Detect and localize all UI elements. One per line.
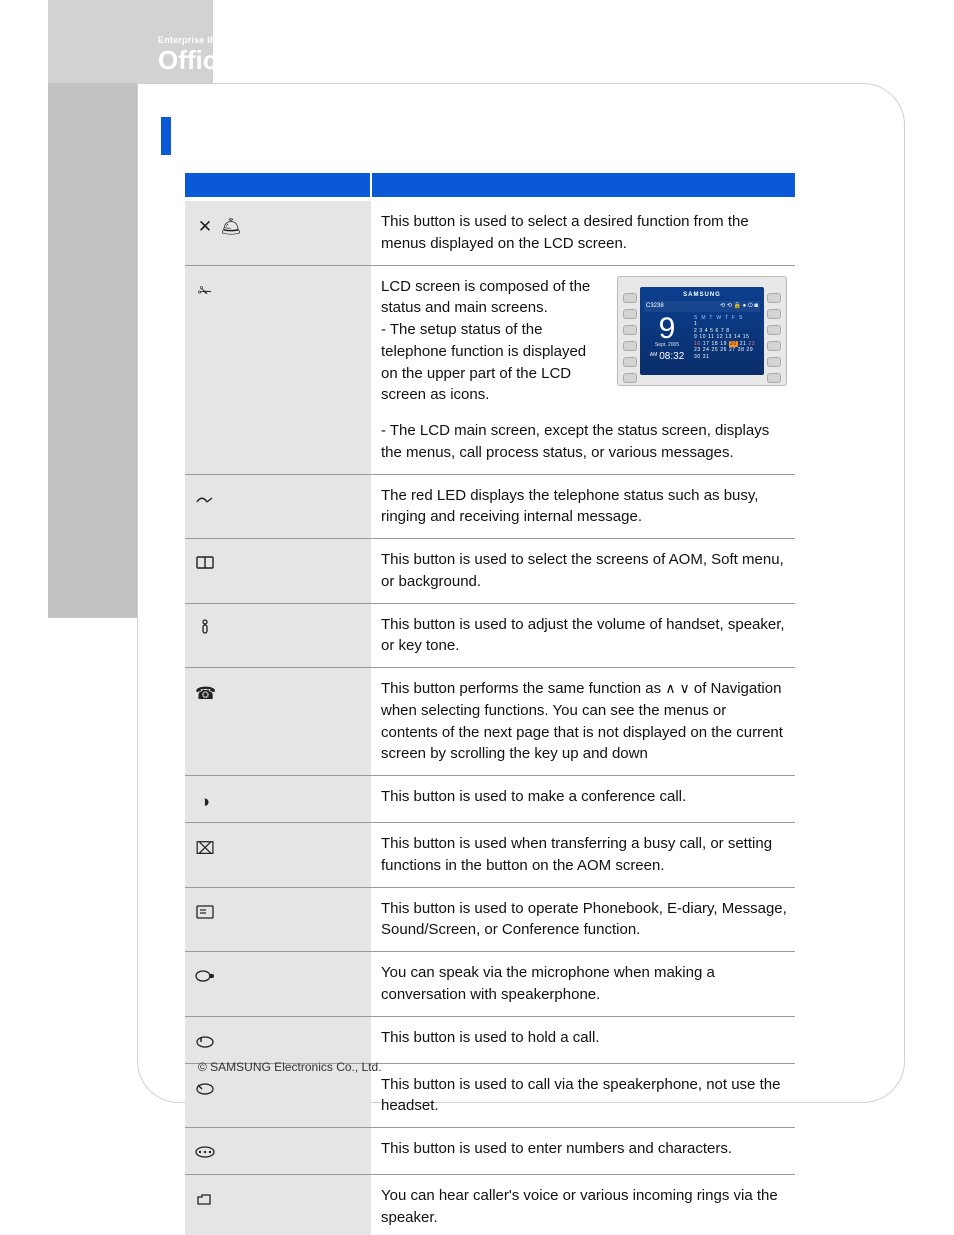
table-row: ☎ This button performs the same function… [185, 668, 795, 776]
row-desc-cell: This button performs the same function a… [371, 668, 795, 776]
row-name-cell: ✁ [185, 265, 371, 474]
table-header-desc [371, 173, 795, 199]
table-header-name [185, 173, 371, 199]
brand-logo-light: Serv [232, 45, 285, 75]
book-icon [195, 556, 215, 573]
row-desc: You can speak via the microphone when ma… [371, 952, 795, 1017]
row-name-cell [185, 539, 371, 604]
table-row: ◑ This button is used to make a conferen… [185, 776, 795, 823]
lcd-cal-week: 23 24 25 26 27 28 29 [694, 347, 760, 354]
row-desc: You can hear caller's voice or various i… [371, 1175, 795, 1235]
row-name-cell: ⌧ [185, 823, 371, 888]
select-icon: ✕ [195, 218, 215, 235]
table-row: This button is used to enter numbers and… [185, 1128, 795, 1175]
table-row: You can speak via the microphone when ma… [185, 952, 795, 1017]
speaker-icon [195, 1192, 215, 1209]
transfer-icon: ⌧ [195, 840, 215, 857]
row-desc: This button is used to operate Phonebook… [371, 887, 795, 952]
row-name-cell [185, 1175, 371, 1235]
bell-icon: 🛎 [220, 218, 240, 235]
table-row: ✁ LCD screen is composed of the status a… [185, 265, 795, 474]
lcd-brand: SAMSUNG [644, 291, 760, 300]
row-name-cell [185, 887, 371, 952]
phone-icon: ☎ [195, 685, 215, 702]
lcd-side-buttons-left [623, 293, 637, 383]
row-desc: This button is used to select a desired … [371, 199, 795, 265]
row-desc: This button is used to call via the spea… [371, 1063, 795, 1128]
row-desc: The red LED displays the telephone statu… [371, 474, 795, 539]
table-row: This button is used to select the screen… [185, 539, 795, 604]
lcd-time: AM08:32 [644, 350, 690, 365]
table-row: ✕ 🛎 This button is used to select a desi… [185, 199, 795, 265]
lcd-date-day: 9 [644, 315, 690, 342]
lcd-cal-today: 20 [729, 341, 738, 347]
nav-arrows-icon: ∧ ∨ [665, 680, 689, 696]
conference-icon: ◑ [195, 793, 215, 810]
lcd-status-icons: ⟲ ⟲ 🔒 ● ⏻ ◙ [720, 302, 758, 311]
table-row: This button is used to operate Phonebook… [185, 887, 795, 952]
brand-eyebrow: Enterprise IP Solutions [158, 36, 285, 45]
brand-logo-bold: Office [158, 45, 232, 75]
row-name-cell [185, 603, 371, 668]
lcd-status-left: C3238 [646, 302, 664, 311]
section-mark [161, 117, 171, 155]
row-name-cell [185, 474, 371, 539]
row-desc-cell: LCD screen is composed of the status and… [371, 265, 795, 474]
document-page: Enterprise IP Solutions OfficeServ ✕ 🛎 [0, 0, 954, 1235]
scroll-desc-pre: This button performs the same function a… [381, 680, 665, 697]
volume-icon [195, 619, 215, 638]
copyright: © SAMSUNG Electronics Co., Ltd. [198, 1060, 382, 1074]
lcd-desc-top: LCD screen is composed of the status and… [381, 276, 603, 407]
row-desc: This button is used to select the screen… [371, 539, 795, 604]
function-table: ✕ 🛎 This button is used to select a desi… [185, 173, 795, 1235]
lcd-preview: SAMSUNG C3238 ⟲ ⟲ 🔒 ● ⏻ ◙ 9 Sept. 200 [617, 276, 787, 386]
lcd-time-ampm: AM [650, 352, 658, 358]
row-name-cell [185, 1016, 371, 1063]
row-desc: This button is used to enter numbers and… [371, 1128, 795, 1175]
lcd-date-block: 9 Sept. 2005 AM08:32 [644, 315, 690, 365]
row-desc: This button is used to hold a call. [371, 1016, 795, 1063]
menu-icon [195, 905, 215, 922]
led-icon [195, 492, 215, 509]
table-row: The red LED displays the telephone statu… [185, 474, 795, 539]
hold-icon [195, 1034, 215, 1051]
lcd-icon: ✁ [195, 283, 215, 300]
lcd-cal-week: 30 31 [694, 354, 760, 361]
lcd-date-month: Sept. 2005 [644, 342, 690, 349]
lcd-time-value: 08:32 [659, 351, 684, 362]
row-desc: This button is used when transferring a … [371, 823, 795, 888]
row-name-cell: ✕ 🛎 [185, 199, 371, 265]
row-desc: This button is used to adjust the volume… [371, 603, 795, 668]
lcd-side-buttons-right [767, 293, 781, 383]
lcd-status-bar: C3238 ⟲ ⟲ 🔒 ● ⏻ ◙ [644, 301, 760, 312]
table-row: You can hear caller's voice or various i… [185, 1175, 795, 1235]
brand-logo: OfficeServ [158, 47, 285, 73]
content-panel: ✕ 🛎 This button is used to select a desi… [137, 83, 905, 1103]
brand-block: Enterprise IP Solutions OfficeServ [158, 36, 285, 73]
table-row: This button is used to adjust the volume… [185, 603, 795, 668]
row-name-cell [185, 1128, 371, 1175]
mic-icon [195, 969, 215, 986]
lcd-desc-bottom: - The LCD main screen, except the status… [381, 420, 787, 464]
row-name-cell [185, 952, 371, 1017]
row-desc: This button is used to make a conference… [371, 776, 795, 823]
table-row: This button is used to hold a call. [185, 1016, 795, 1063]
speakerphone-icon [195, 1081, 215, 1098]
table-row: ⌧ This button is used when transferring … [185, 823, 795, 888]
row-name-cell: ◑ [185, 776, 371, 823]
lcd-screen: SAMSUNG C3238 ⟲ ⟲ 🔒 ● ⏻ ◙ 9 Sept. 200 [640, 287, 764, 375]
row-name-cell: ☎ [185, 668, 371, 776]
dial-icon [195, 1145, 215, 1162]
lcd-calendar: S M T W T F S 1 2 3 4 5 6 7 8 9 10 11 12… [694, 315, 760, 365]
